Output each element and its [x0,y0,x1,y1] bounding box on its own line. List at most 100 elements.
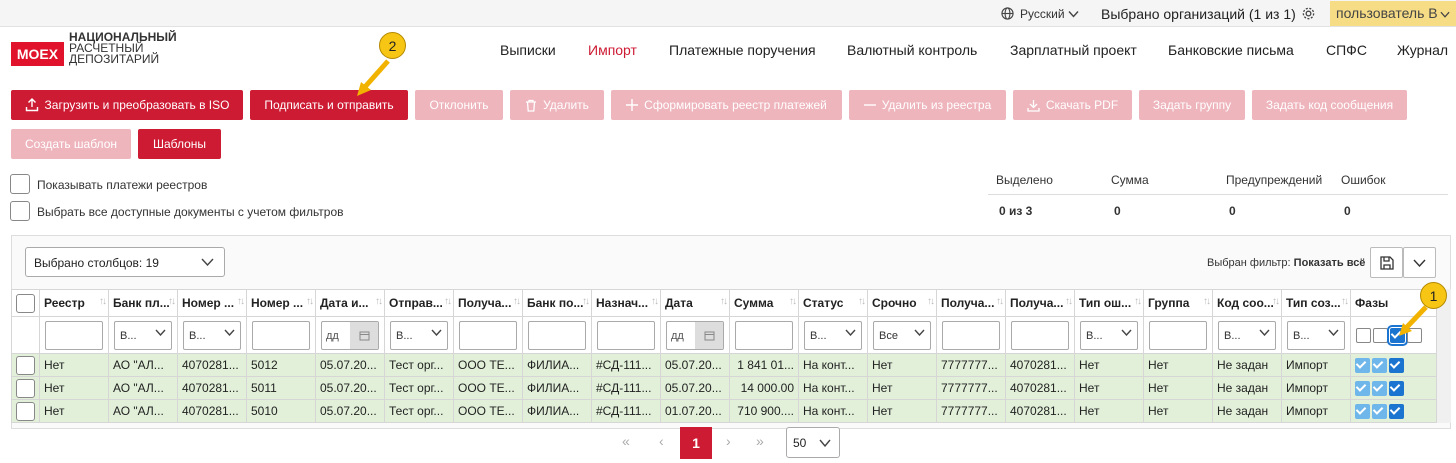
sort-icon[interactable]: ↑↓ [651,296,659,307]
set-message-code-button[interactable]: Задать код сообщения [1252,90,1407,120]
filter-date-input[interactable]: дд [666,320,724,350]
columns-select[interactable]: Выбрано столбцов: 19 [25,247,225,277]
moex-logo[interactable]: MOEX [11,42,64,66]
sort-icon[interactable]: ↑↓ [99,296,107,307]
create-template-button[interactable]: Создать шаблон [11,129,131,159]
next-page-icon[interactable]: › [726,433,731,449]
column-header[interactable]: Банк по... ↑↓ [522,289,592,317]
prev-page-icon[interactable]: ‹ [659,433,664,449]
nav-bank-letters[interactable]: Банковские письма [1168,42,1294,58]
nav-salary-project[interactable]: Зарплатный проект [1010,42,1137,58]
sort-icon[interactable]: ↑↓ [720,296,728,307]
column-header[interactable]: Тип соз... ↑↓ [1281,289,1351,317]
sort-icon[interactable]: ↑↓ [1065,296,1073,307]
table-scrollbar[interactable] [1437,289,1451,423]
column-header[interactable]: Назнач... ↑↓ [591,289,661,317]
sort-icon[interactable]: ↑↓ [858,296,866,307]
nav-journal[interactable]: Журнал [1397,42,1448,58]
nav-payment-orders[interactable]: Платежные поручения [669,42,816,58]
sort-icon[interactable]: ↑↓ [168,296,176,307]
select-all-rows-checkbox[interactable] [16,293,35,313]
column-header[interactable]: Тип ош... ↑↓ [1074,289,1144,317]
page-size-select[interactable]: 50 [786,427,840,458]
gear-icon[interactable] [1301,6,1316,21]
row-checkbox[interactable] [16,378,35,398]
sort-icon[interactable]: ↑↓ [1272,296,1280,307]
filter-select[interactable]: В... [114,320,172,350]
reject-button[interactable]: Отклонить [415,90,503,120]
sort-icon[interactable]: ↑↓ [927,296,935,307]
sort-icon[interactable]: ↑↓ [444,296,452,307]
phase-filter-checkbox[interactable] [1356,327,1371,343]
upload-iso-button[interactable]: Загрузить и преобразовать в ISO [11,90,243,120]
select-all-checkbox[interactable] [10,201,30,221]
column-header[interactable]: Срочно ↑↓ [867,289,937,317]
sort-icon[interactable]: ↑↓ [789,296,797,307]
filter-text-input[interactable] [1149,320,1207,350]
filter-select[interactable]: В... [1080,320,1138,350]
column-header[interactable]: Получа... ↑↓ [1005,289,1075,317]
sort-icon[interactable]: ↑↓ [375,296,383,307]
row-checkbox[interactable] [16,401,35,421]
filter-select[interactable]: Все [873,320,931,350]
column-header[interactable]: Код соо... ↑↓ [1212,289,1282,317]
filter-date-input[interactable]: дд [321,320,379,350]
column-header[interactable]: Номер ... ↑↓ [246,289,316,317]
column-header[interactable]: Статус ↑↓ [798,289,868,317]
last-page-icon[interactable]: » [756,433,764,449]
phase-filter-checkbox[interactable] [1373,327,1388,343]
calendar-icon[interactable] [350,321,378,349]
column-header[interactable]: Сумма ↑↓ [729,289,799,317]
nav-spfs[interactable]: СПФС [1326,42,1367,58]
sort-icon[interactable]: ↑↓ [582,296,590,307]
filter-select[interactable]: В... [183,320,241,350]
table-row[interactable]: Нет АО "АЛ... 4070281... 5011 05.07.20..… [11,376,1437,400]
set-group-button[interactable]: Задать группу [1139,90,1245,120]
language-select[interactable]: Русский [1020,7,1079,21]
download-pdf-button[interactable]: Скачать PDF [1013,90,1132,120]
delete-button[interactable]: Удалить [510,90,604,120]
sort-icon[interactable]: ↑↓ [1134,296,1142,307]
row-checkbox[interactable] [16,355,35,375]
column-header[interactable]: Отправ... ↑↓ [384,289,454,317]
sort-icon[interactable]: ↑↓ [1341,296,1349,307]
column-header[interactable]: Дата и... ↑↓ [315,289,385,317]
filter-text-input[interactable] [942,320,1000,350]
organizations-selector[interactable]: Выбрано организаций (1 из 1) [1101,6,1296,22]
filter-text-input[interactable] [45,320,103,350]
filter-text-input[interactable] [1011,320,1069,350]
table-row[interactable]: Нет АО "АЛ... 4070281... 5010 05.07.20..… [11,399,1437,423]
nav-statements[interactable]: Выписки [500,42,556,58]
filter-text-input[interactable] [252,320,310,350]
filter-select[interactable]: В... [1218,320,1276,350]
filter-text-input[interactable] [528,320,586,350]
first-page-icon[interactable]: « [622,433,630,449]
filter-text-input[interactable] [597,320,655,350]
user-menu[interactable]: пользователь В [1330,1,1456,26]
nav-import[interactable]: Импорт [588,42,637,58]
column-header[interactable]: Получа... ↑↓ [936,289,1006,317]
sort-icon[interactable]: ↑↓ [237,296,245,307]
save-filter-button[interactable] [1370,247,1403,278]
filter-select[interactable]: В... [804,320,862,350]
form-registry-button[interactable]: Сформировать реестр платежей [611,90,842,120]
column-header[interactable]: Банк пл... ↑↓ [108,289,178,317]
sort-icon[interactable]: ↑↓ [1203,296,1211,307]
calendar-icon[interactable] [695,321,723,349]
column-header[interactable]: Реестр ↑↓ [39,289,109,317]
sort-icon[interactable]: ↑↓ [513,296,521,307]
show-registry-checkbox[interactable] [10,174,30,194]
remove-from-registry-button[interactable]: Удалить из реестра [849,90,1006,120]
filter-text-input[interactable] [735,320,793,350]
filter-menu-button[interactable] [1403,247,1436,278]
table-row[interactable]: Нет АО "АЛ... 4070281... 5012 05.07.20..… [11,353,1437,377]
current-page[interactable]: 1 [680,427,712,459]
column-header[interactable]: Группа ↑↓ [1143,289,1213,317]
column-header[interactable]: Дата ↑↓ [660,289,730,317]
sort-icon[interactable]: ↑↓ [996,296,1004,307]
filter-select[interactable]: В... [390,320,448,350]
filter-select[interactable]: В... [1287,320,1345,350]
column-header[interactable]: Номер ... ↑↓ [177,289,247,317]
sort-icon[interactable]: ↑↓ [306,296,314,307]
templates-button[interactable]: Шаблоны [138,129,221,159]
